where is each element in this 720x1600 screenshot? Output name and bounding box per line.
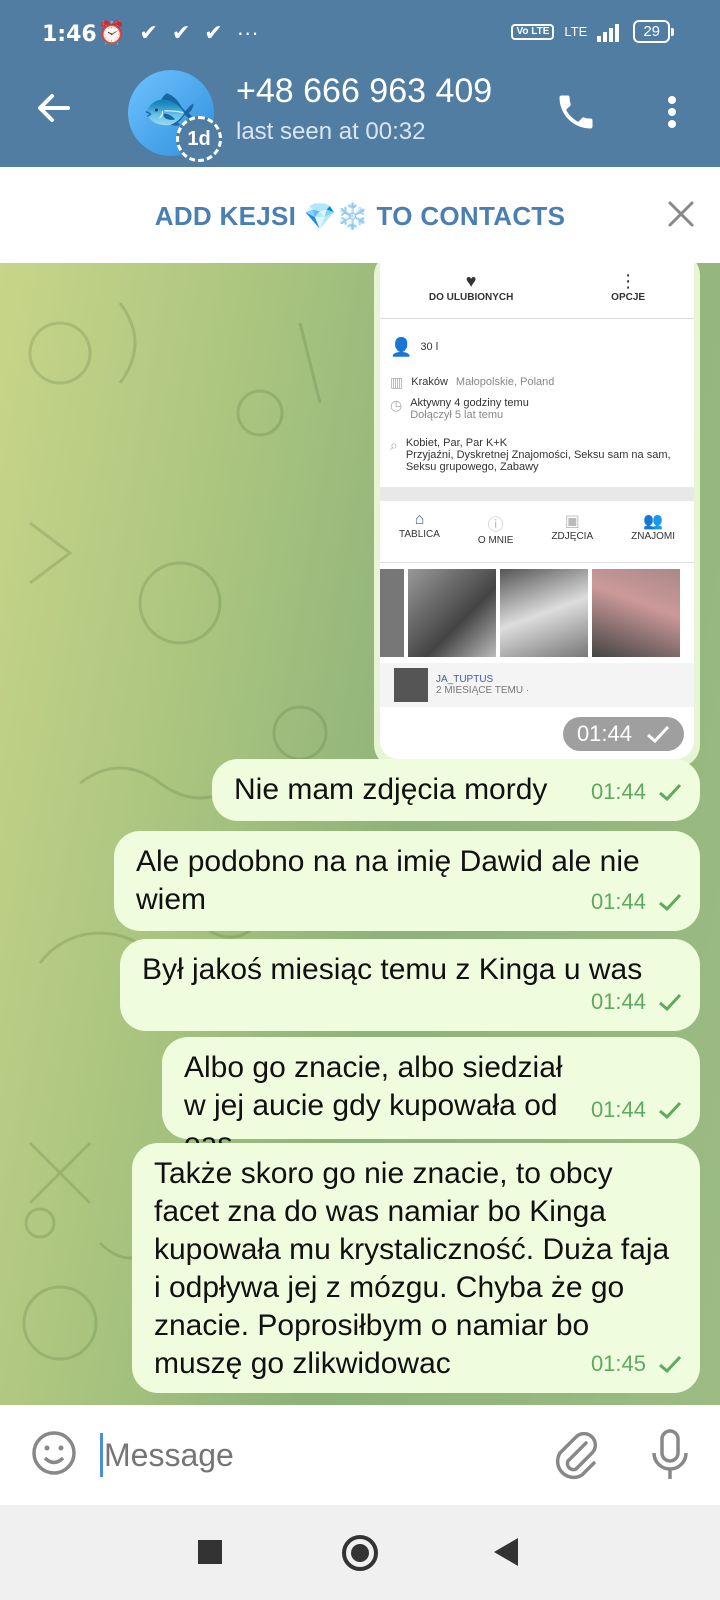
image-icon: ▣ (564, 513, 580, 530)
photo-thumbnail (592, 569, 680, 657)
more-vertical-icon[interactable] (660, 92, 684, 132)
message-time: 01:44 (576, 721, 632, 746)
paperclip-icon[interactable] (552, 1429, 600, 1481)
tab-photos: ZDJĘCIA (551, 531, 594, 542)
last-seen-status: last seen at 00:32 (236, 118, 426, 145)
photo-strip (380, 563, 694, 663)
image-message[interactable]: ♥ DO ULUBIONYCH ⋮ OPCJE 👤 30 l ▥ Kraków … (374, 263, 700, 767)
message-time: 01:44 (590, 989, 646, 1014)
search-icon: ⌕ (390, 437, 398, 453)
check-icon: ✔ (139, 20, 158, 45)
message-time: 01:45 (590, 1351, 646, 1376)
post-header: JA_TUPTUS 2 MIESIĄCE TEMU · (380, 663, 694, 707)
alarm-icon: ⏰ (98, 20, 126, 45)
tab-friends: ZNAJOMI (631, 531, 675, 542)
profile-tabs: ⌂ TABLICA ⓘ O MNIE ▣ ZDJĘCIA 👥 ZNAJOMI (380, 501, 694, 563)
lte-label: LTE (564, 24, 588, 39)
status-system-icons: Vo LTE LTE 29 (511, 20, 674, 43)
profile-details: 👤 30 l ▥ Kraków Małopolskie, Poland ◷ Ak… (380, 319, 694, 481)
signal-icon (597, 23, 620, 42)
photo-thumbnail (380, 569, 404, 657)
post-username: JA_TUPTUS (436, 674, 494, 685)
microphone-icon[interactable] (650, 1427, 690, 1483)
profile-city: Kraków (411, 376, 448, 388)
tab-wall: TABLICA (398, 529, 440, 540)
message-bubble[interactable]: Był jakoś miesiąc temu z Kinga u was 01:… (120, 939, 700, 1031)
sent-check-icon (647, 725, 670, 743)
message-meta: 01:44 (591, 883, 682, 921)
info-icon: ⓘ (487, 517, 504, 534)
profile-region: Małopolskie, Poland (455, 376, 555, 388)
system-navigation-bar (0, 1505, 720, 1600)
photo-thumbnail (500, 569, 588, 657)
back-arrow-icon[interactable] (34, 88, 74, 128)
profile-actions: ♥ DO ULUBIONYCH ⋮ OPCJE (380, 263, 694, 319)
person-icon: 👤 (390, 336, 413, 357)
message-input[interactable] (104, 1427, 524, 1483)
sent-check-icon (659, 993, 682, 1011)
recent-apps-button[interactable] (198, 1540, 222, 1564)
app-header: 1:46 ⏰ ✔ ✔ ✔ ··· Vo LTE LTE 29 🐟 1d +48 … (0, 0, 720, 167)
post-time: 2 MIESIĄCE TEMU · (436, 685, 530, 696)
profile-age: 30 l (420, 341, 439, 353)
story-badge[interactable]: 1d (176, 116, 222, 162)
message-meta: 01:44 (591, 983, 682, 1021)
contact-name[interactable]: +48 666 963 409 (236, 72, 492, 111)
sent-check-icon (659, 783, 682, 801)
profile-interests: Przyjaźni, Dyskretnej Znajomości, Seksu … (405, 449, 671, 473)
favorites-label: DO ULUBIONYCH (428, 292, 514, 303)
message-composer (0, 1405, 720, 1505)
close-icon[interactable] (666, 199, 696, 229)
sent-check-icon (659, 1355, 682, 1373)
profile-joined: Dołączył 5 lat temu (410, 409, 504, 421)
city-icon: ▥ (390, 373, 404, 390)
message-bubble[interactable]: Nie mam zdjęcia mordy 01:44 (212, 759, 700, 821)
volte-icon: Vo LTE (511, 23, 555, 40)
check-icon: ✔ (204, 20, 223, 45)
status-time: 1:46 (42, 22, 97, 47)
profile-active: Aktywny 4 godziny temu (410, 397, 529, 409)
add-contact-banner: ADD KEJSI 💎❄️ TO CONTACTS (0, 167, 720, 263)
message-bubble[interactable]: Także skoro go nie znacie, to obcy facet… (132, 1143, 700, 1393)
photo-thumbnail (408, 569, 496, 657)
profile-screenshot[interactable]: ♥ DO ULUBIONYCH ⋮ OPCJE 👤 30 l ▥ Kraków … (380, 263, 694, 759)
phone-icon[interactable] (554, 90, 598, 134)
message-meta: 01:44 (591, 773, 682, 811)
sent-check-icon (659, 893, 682, 911)
home-button[interactable] (342, 1535, 378, 1571)
profile-seeking: Kobiet, Par, Par K+K (405, 437, 508, 449)
clock-icon: ◷ (390, 397, 403, 413)
more-notifications-icon: ··· (236, 20, 259, 45)
message-time: 01:44 (590, 779, 646, 804)
options-label: OPCJE (611, 292, 646, 303)
message-time: 01:44 (590, 1097, 646, 1122)
message-meta: 01:44 (591, 1091, 682, 1129)
emoji-icon[interactable] (30, 1429, 78, 1477)
options-icon: ⋮ (619, 271, 638, 291)
image-message-meta: 01:44 (562, 717, 684, 751)
post-avatar (394, 668, 428, 702)
sent-check-icon (659, 1101, 682, 1119)
system-back-button[interactable] (494, 1538, 518, 1566)
tab-about: O MNIE (477, 535, 514, 546)
heart-icon: ♥ (465, 271, 477, 291)
message-bubble[interactable]: Ale podobno na na imię Dawid ale nie wie… (114, 831, 700, 931)
status-bar: 1:46 ⏰ ✔ ✔ ✔ ··· Vo LTE LTE 29 (0, 0, 720, 70)
battery-icon: 29 (633, 20, 674, 43)
message-time: 01:44 (590, 889, 646, 914)
status-notification-icons: ⏰ ✔ ✔ ✔ ··· (98, 20, 259, 46)
message-meta: 01:45 (591, 1345, 682, 1383)
check-icon: ✔ (171, 20, 191, 45)
add-to-contacts-button[interactable]: ADD KEJSI 💎❄️ TO CONTACTS (0, 201, 720, 232)
home-icon: ⌂ (414, 511, 425, 528)
friends-icon: 👥 (643, 513, 664, 530)
message-bubble[interactable]: Albo go znacie, albo siedział w jej auci… (162, 1037, 700, 1160)
chat-area[interactable]: ♥ DO ULUBIONYCH ⋮ OPCJE 👤 30 l ▥ Kraków … (0, 263, 720, 1405)
text-cursor (100, 1433, 103, 1477)
